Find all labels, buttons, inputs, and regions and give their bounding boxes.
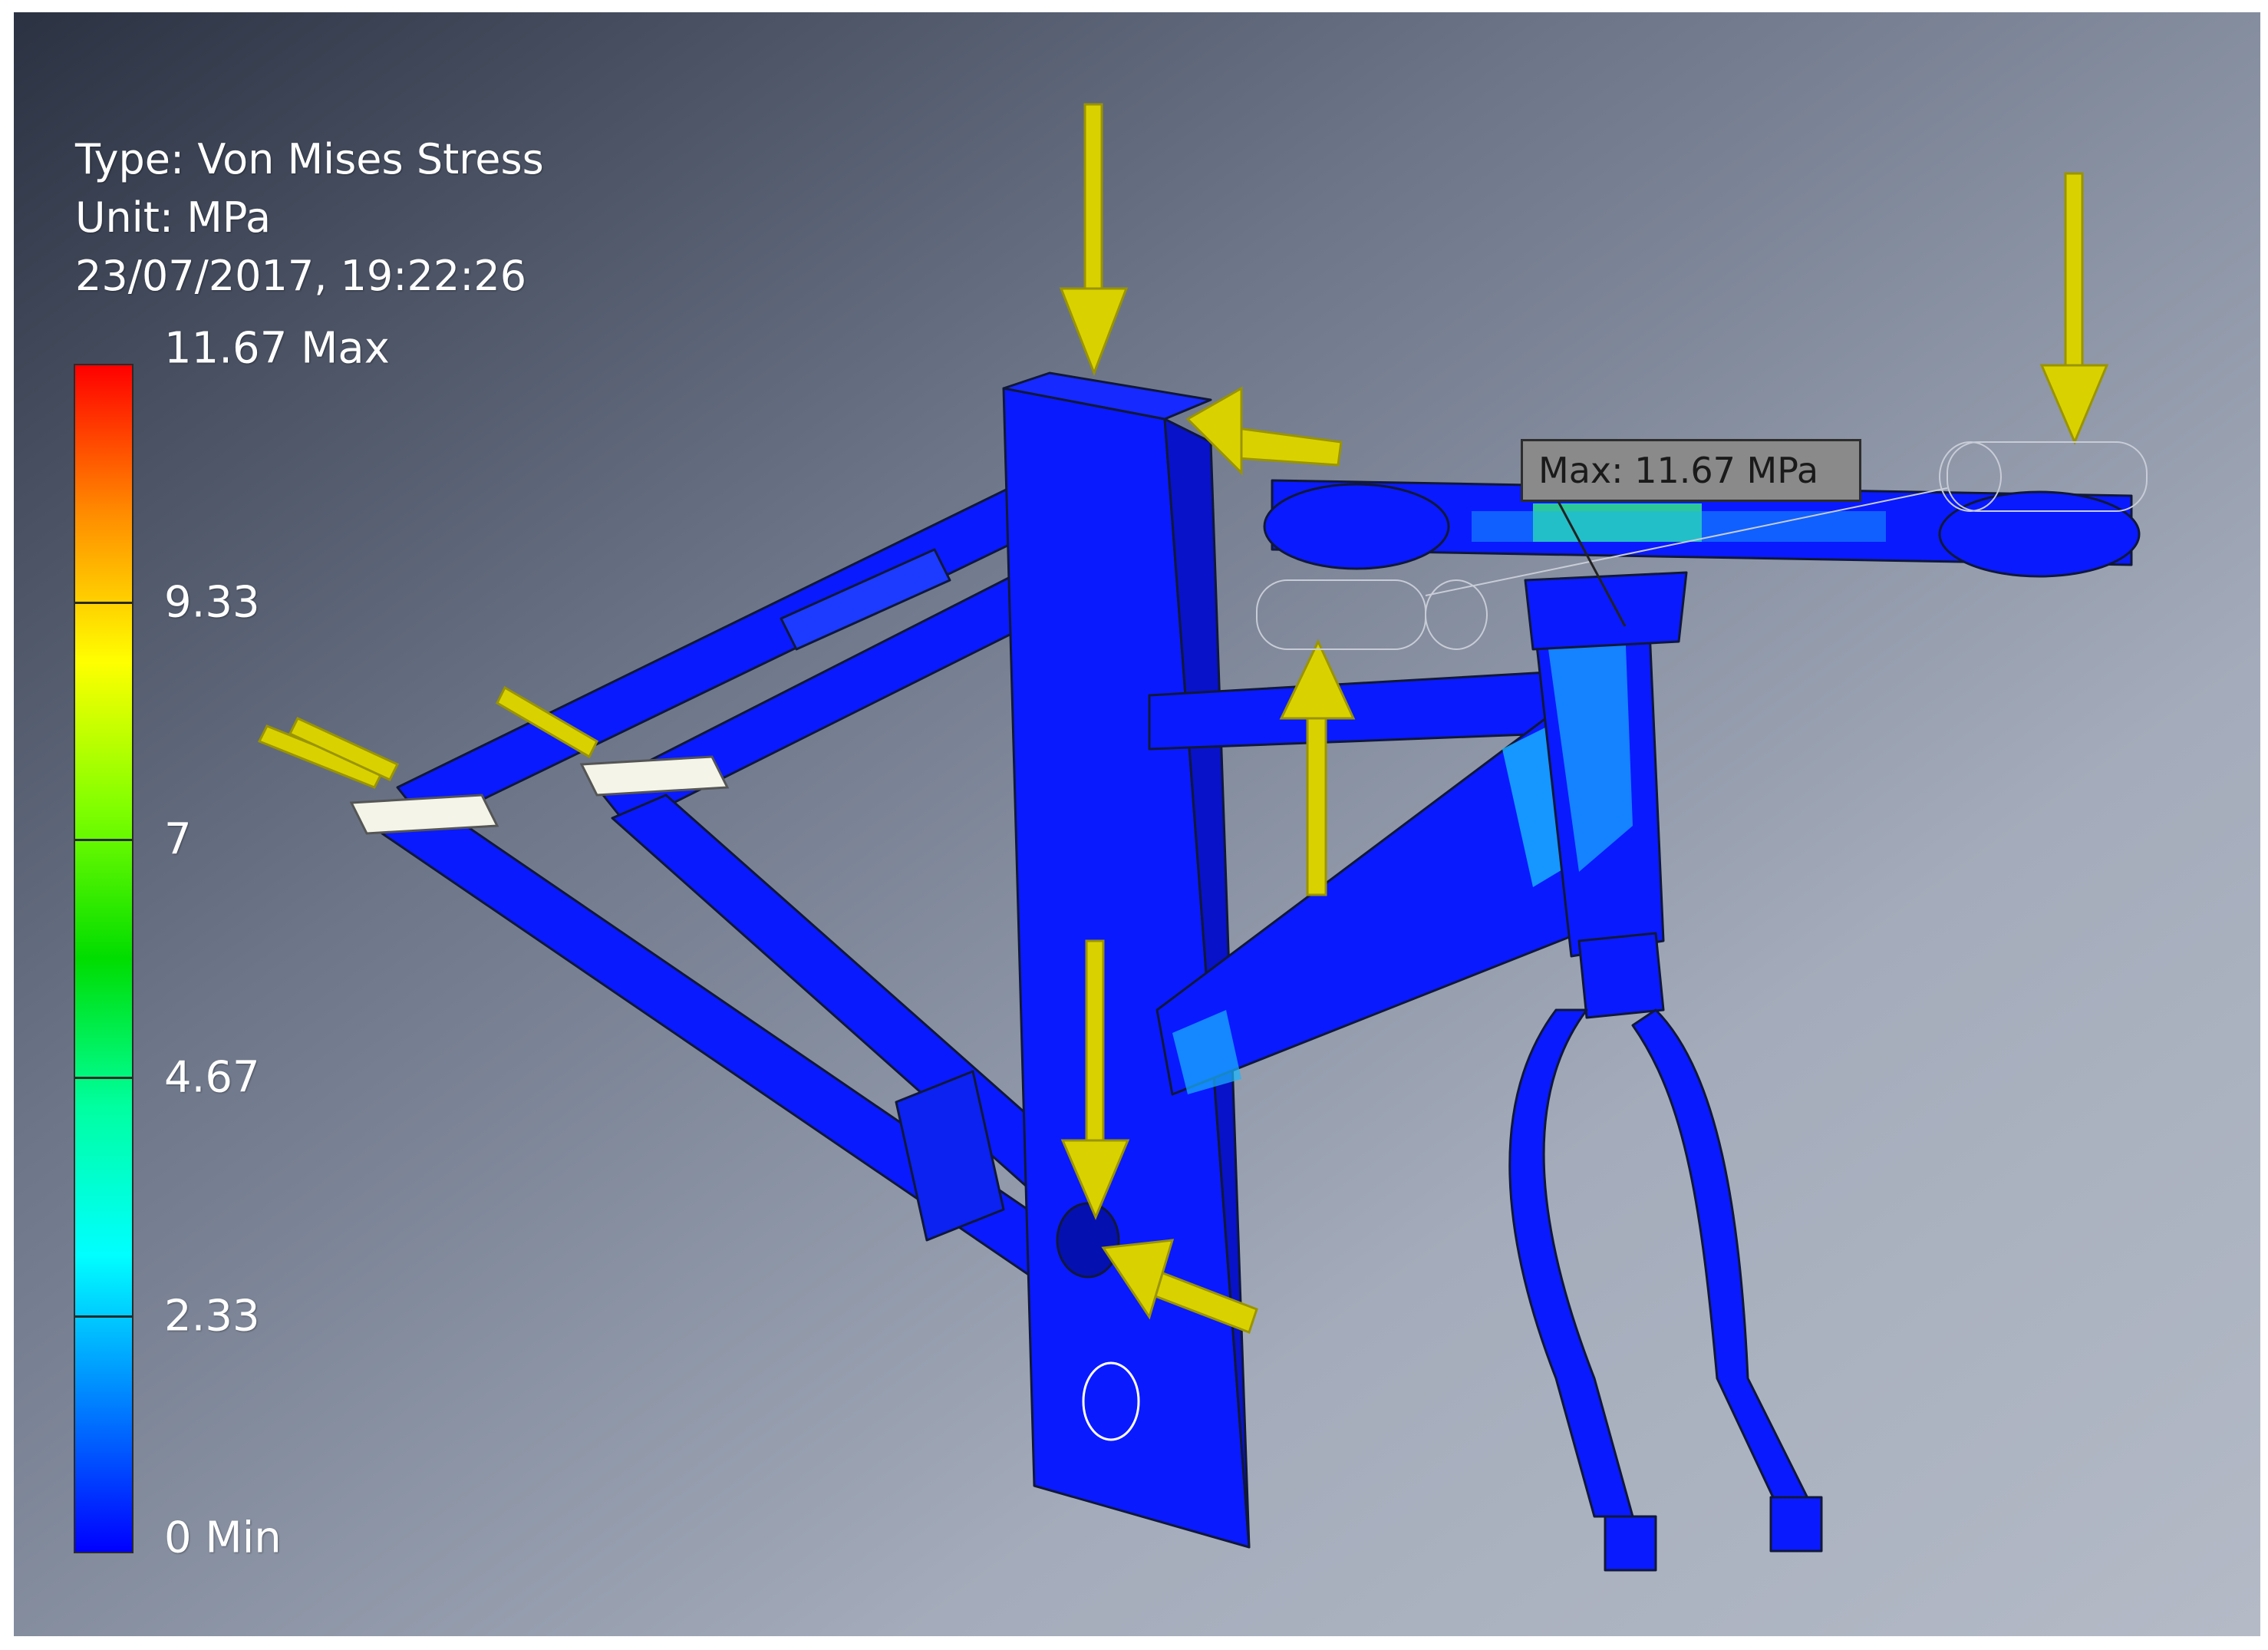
left-grip	[1263, 483, 1450, 570]
load-arrow-bar-right-down	[2039, 172, 2109, 445]
viewport[interactable]: Type: Von Mises Stress Unit: MPa 23/07/2…	[14, 12, 2260, 1636]
constraint-pad-left	[349, 794, 499, 835]
constraint-pad-right	[579, 755, 730, 797]
right-grip	[1938, 490, 2141, 578]
stem	[1524, 571, 1688, 651]
load-arrow-dropout-left	[257, 717, 400, 789]
fork-left-dropout	[1604, 1515, 1657, 1572]
frame-model[interactable]	[14, 12, 2260, 1636]
handlebar-stress	[1472, 511, 1886, 542]
fork-right-blade	[1631, 1008, 1811, 1510]
max-stress-probe-label[interactable]: Max: 11.67 MPa	[1521, 439, 1861, 502]
bottom-bracket	[1056, 1202, 1120, 1279]
cable-hole	[1082, 1361, 1140, 1441]
load-arrow-seat-down	[1059, 103, 1129, 377]
fork-crown	[1577, 932, 1665, 1019]
fork-left-blade	[1508, 1008, 1634, 1518]
fork-right-dropout	[1769, 1496, 1823, 1553]
load-arrow-tube-up	[1279, 639, 1356, 896]
